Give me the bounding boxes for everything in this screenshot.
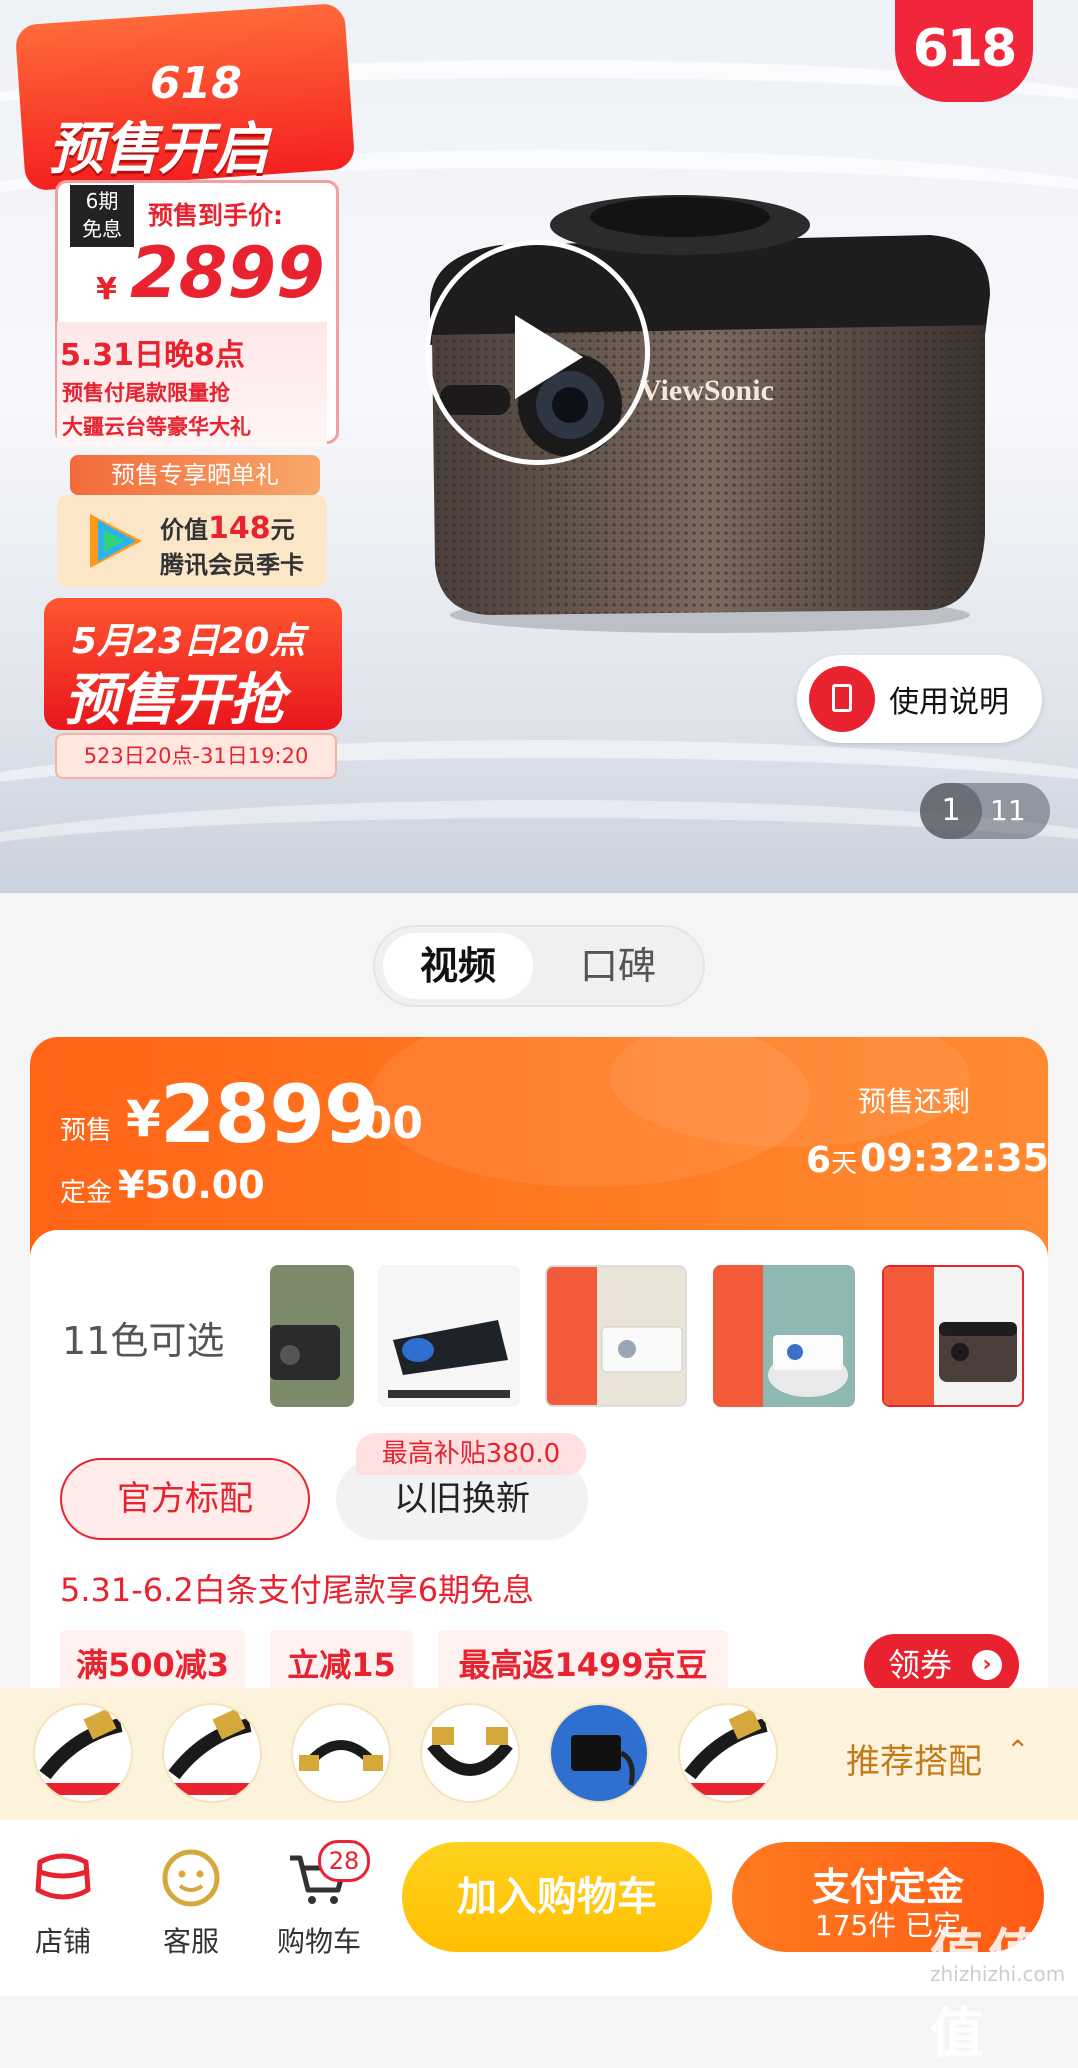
installment-badge-line2: 免息 bbox=[82, 217, 122, 241]
manual-label: 使用说明 bbox=[889, 685, 1009, 720]
deposit-label: 定金 bbox=[60, 1178, 113, 1208]
618-badge: 618 bbox=[895, 0, 1033, 102]
option-official-standard[interactable]: 官方标配 bbox=[60, 1458, 310, 1540]
poster-price: 2899 bbox=[130, 232, 325, 314]
store-nav[interactable] bbox=[8, 1840, 118, 1918]
color-thumbnail[interactable] bbox=[270, 1265, 354, 1407]
add-to-cart-button[interactable]: 加入购物车 bbox=[402, 1842, 712, 1952]
recommended-item[interactable] bbox=[291, 1703, 391, 1803]
gallery-page-total: 11 bbox=[990, 794, 1026, 827]
watermark-url: zhizhizhi.com bbox=[930, 1962, 1066, 1986]
color-thumbnail[interactable] bbox=[713, 1265, 855, 1407]
gallery-page-indicator: 1 11 bbox=[920, 783, 1050, 839]
customer-service-nav[interactable] bbox=[136, 1840, 246, 1918]
customer-service-icon bbox=[162, 1849, 220, 1907]
countdown-time: 09:32:35 bbox=[860, 1136, 1050, 1180]
get-coupon-label: 领券 bbox=[888, 1646, 953, 1684]
cart-count-badge: 28 bbox=[318, 1840, 370, 1882]
color-thumbnail[interactable] bbox=[378, 1265, 520, 1407]
poster-start-title: 预售开抢 bbox=[64, 668, 285, 733]
poster-event-line: 大疆云台等豪华大礼 bbox=[62, 415, 251, 439]
tencent-video-icon bbox=[90, 514, 142, 568]
poster-gift-pill: 预售专享晒单礼 bbox=[70, 455, 320, 495]
color-thumbnail-selected[interactable] bbox=[882, 1265, 1024, 1407]
presale-price-decimal: .00 bbox=[345, 1098, 423, 1149]
tab-video[interactable]: 视频 bbox=[383, 933, 533, 999]
recommended-item[interactable] bbox=[33, 1703, 133, 1803]
recommended-item[interactable] bbox=[549, 1703, 649, 1803]
chevron-up-icon[interactable]: ⌃ bbox=[1006, 1734, 1029, 1767]
poster-currency: ¥ bbox=[96, 272, 117, 307]
recommended-item[interactable] bbox=[678, 1703, 778, 1803]
store-icon bbox=[35, 1853, 91, 1900]
poster-price-label: 预售到手价: bbox=[148, 201, 283, 230]
poster-vip-value: 价值148元 bbox=[160, 511, 295, 546]
poster-vip-name: 腾讯会员季卡 bbox=[160, 551, 304, 579]
store-label: 店铺 bbox=[34, 1925, 91, 1958]
recommended-bundle-label[interactable]: 推荐搭配 bbox=[846, 1734, 982, 1783]
background-wave bbox=[0, 800, 1078, 893]
get-coupon-button[interactable]: 领券 › bbox=[864, 1634, 1019, 1696]
recommended-item[interactable] bbox=[420, 1703, 520, 1803]
svg-text:ViewSonic: ViewSonic bbox=[640, 374, 774, 407]
chevron-right-icon: › bbox=[972, 1650, 1002, 1680]
manual-book-icon bbox=[809, 666, 875, 732]
poster-date-range: 523日20点-31日19:20 bbox=[55, 733, 337, 779]
poster-event-date: 5.31日晚8点 bbox=[60, 338, 245, 373]
pay-deposit-label: 支付定金 bbox=[811, 1865, 964, 1909]
countdown-days: 6天 bbox=[806, 1140, 858, 1181]
play-icon bbox=[515, 315, 583, 399]
cart-label: 购物车 bbox=[276, 1925, 361, 1958]
presale-label: 预售 bbox=[60, 1116, 113, 1146]
deposit-value: ¥50.00 bbox=[118, 1163, 265, 1207]
tab-review[interactable]: 口碑 bbox=[580, 933, 656, 999]
poster-618: 618 bbox=[150, 58, 242, 109]
color-thumbnail[interactable] bbox=[545, 1265, 687, 1407]
recommended-item[interactable] bbox=[162, 1703, 262, 1803]
media-tab-switch: 视频 口碑 bbox=[373, 925, 705, 1007]
installment-badge: 6期 免息 bbox=[70, 185, 134, 247]
watermark: 值值值 bbox=[930, 1923, 1046, 2065]
presale-remaining-label: 预售还剩 bbox=[858, 1085, 971, 1118]
color-count-label[interactable]: 11色可选 bbox=[62, 1310, 224, 1365]
trade-in-subsidy-badge: 最高补贴380.0 bbox=[356, 1433, 586, 1475]
installment-promo-text: 5.31-6.2白条支付尾款享6期免息 bbox=[60, 1571, 535, 1609]
manual-button[interactable]: 使用说明 bbox=[797, 655, 1042, 743]
poster-title: 预售开启 bbox=[48, 117, 269, 182]
gallery-page-current: 1 bbox=[920, 783, 982, 839]
installment-badge-line1: 6期 bbox=[85, 189, 119, 213]
customer-service-label: 客服 bbox=[162, 1925, 219, 1958]
product-gallery[interactable]: ViewSonic 618 618 预售开启 6期 免息 预售到手价: ¥ 28… bbox=[0, 0, 1078, 893]
poster-event-line: 预售付尾款限量抢 bbox=[62, 381, 230, 405]
price-currency: ¥ bbox=[126, 1090, 161, 1148]
